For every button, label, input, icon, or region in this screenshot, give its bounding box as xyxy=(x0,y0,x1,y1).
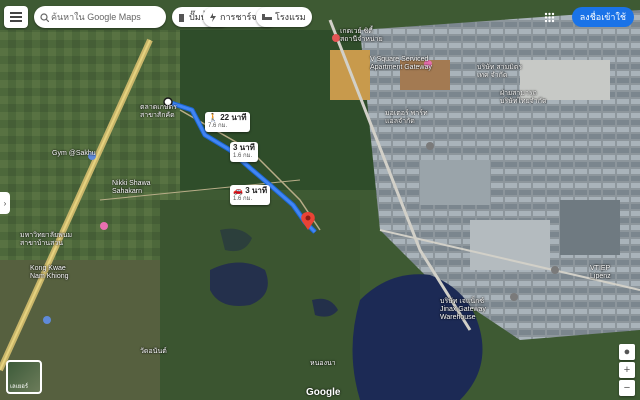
search-input[interactable] xyxy=(49,11,153,23)
route-time: 22 นาที xyxy=(220,113,247,122)
map-label-nikki[interactable]: Nikki Shawa Sahakarn xyxy=(112,180,151,196)
hamburger-icon xyxy=(10,12,22,22)
search-icon xyxy=(40,12,49,22)
collapse-panel-button[interactable]: › xyxy=(0,192,10,214)
pegman-button[interactable]: ● xyxy=(619,344,635,360)
chip-hotel-label: โรงแรม xyxy=(275,12,306,22)
pegman-icon: ● xyxy=(623,346,631,358)
route-time: 3 นาที xyxy=(245,186,268,195)
ev-charger-icon xyxy=(210,12,216,22)
google-logo: Google xyxy=(306,387,341,398)
map-label-phanom[interactable]: มหาวิทยาลัยพนม สาขาบ้านสวน xyxy=(20,232,72,248)
map-label-pond[interactable]: หนองนา xyxy=(310,360,336,368)
map-label-gym[interactable]: Gym @Sakhu xyxy=(52,150,96,158)
car-icon: 🚗 xyxy=(233,186,243,195)
chip-hotel[interactable]: โรงแรม xyxy=(256,7,312,27)
route-option-car-1[interactable]: 3 นาที 1.6 กม. xyxy=(230,142,258,162)
grid-icon xyxy=(544,12,554,22)
route-distance: 1.6 กม. xyxy=(233,153,253,159)
apps-button[interactable] xyxy=(540,8,558,26)
map-label-temple[interactable]: วัดอนันต์ xyxy=(140,348,167,356)
minus-icon: − xyxy=(623,382,631,394)
gas-pump-icon xyxy=(179,13,184,22)
plus-icon: + xyxy=(623,364,631,376)
zoom-in-button[interactable]: + xyxy=(619,362,635,378)
route-option-walk[interactable]: 🚶 22 นาที 7.6 กม. xyxy=(205,112,250,132)
map-label-gateway-city[interactable]: เกตเวย์ ซิตี้ สถานีจำหน่าย xyxy=(340,28,383,44)
map-label-origin[interactable]: ตลาดเกษตร สาขาสักคัด xyxy=(140,104,177,120)
zoom-out-button[interactable]: − xyxy=(619,380,635,396)
map-label-jinax[interactable]: บริษัท เจแน็กซ์ Jinax Gateway Warehouse xyxy=(440,298,486,322)
map-label-industry2[interactable]: มอเตอร์ พาร์ท แอลจำกัด xyxy=(385,110,428,126)
bed-icon xyxy=(262,14,272,20)
layers-button[interactable]: เลเยอร์ xyxy=(6,360,42,394)
layers-label: เลเยอร์ xyxy=(10,384,29,390)
map-label-v-square[interactable]: V Square Serviced Apartment Gateway xyxy=(370,56,432,72)
map-label-industry1[interactable]: ฝ่ายสามารถ บริษัทไทยจำกัด xyxy=(500,90,546,106)
map-label-bitcom[interactable]: บริษัท สามมิตร เทค จำกัด xyxy=(477,64,522,80)
route-time: 3 นาที xyxy=(233,143,255,152)
sign-in-button[interactable]: ลงชื่อเข้าใช้ xyxy=(571,7,634,27)
search-box[interactable] xyxy=(34,6,166,28)
walk-icon: 🚶 xyxy=(208,113,218,122)
satellite-map[interactable] xyxy=(0,0,640,400)
menu-button[interactable] xyxy=(4,6,28,28)
map-label-kong-kwae[interactable]: Kong Kwae Nam Khiong xyxy=(30,265,69,281)
route-distance: 1.6 กม. xyxy=(233,196,253,202)
route-option-car-2[interactable]: 🚗 3 นาที 1.6 กม. xyxy=(230,185,271,205)
route-distance: 7.6 กม. xyxy=(208,123,228,129)
map-label-vtiep[interactable]: VTIEP Lipenz xyxy=(590,265,611,281)
